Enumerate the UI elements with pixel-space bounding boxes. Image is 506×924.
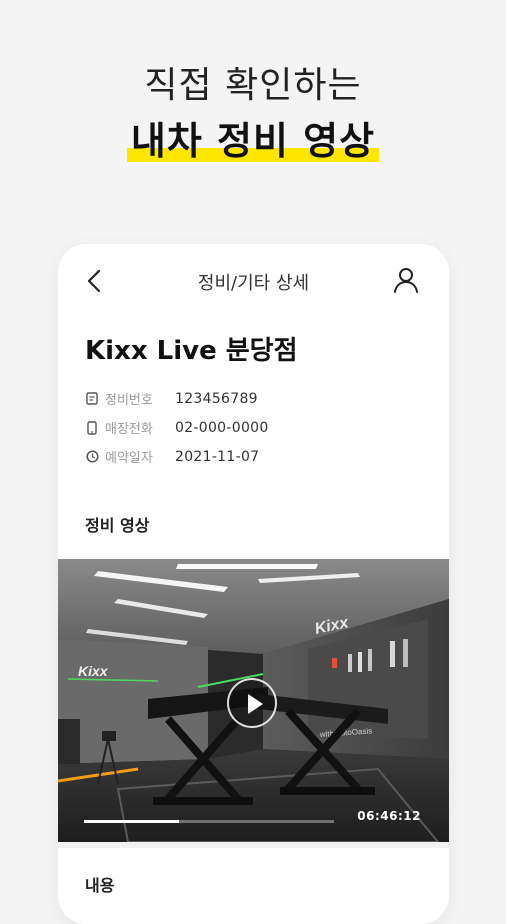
clock-icon — [85, 450, 99, 464]
contents-section-title: 내용 — [85, 876, 115, 895]
info-label: 매장전화 — [105, 422, 153, 437]
info-label: 예약일자 — [105, 451, 153, 466]
progress-fill — [84, 820, 179, 823]
headline-line2: 내차 정비 영상 — [130, 119, 376, 163]
service-number: 123456789 — [175, 390, 258, 407]
phone-icon — [85, 420, 99, 435]
top-bar: 정비/기타 상세 — [58, 244, 449, 318]
headline-line2-wrap: 내차 정비 영상 — [126, 118, 380, 164]
video-section-title: 정비 영상 — [85, 516, 150, 535]
user-button[interactable] — [393, 266, 419, 294]
info-row-date: 예약일자 2021-11-07 — [85, 442, 425, 471]
info-list: 정비번호 123456789 매장전화 02-000-0000 예약일자 202… — [85, 384, 425, 471]
reservation-date: 2021-11-07 — [175, 448, 260, 465]
shop-name: Kixx Live 분당점 — [85, 336, 298, 366]
page-title: 정비/기타 상세 — [197, 273, 310, 294]
info-label: 정비번호 — [105, 393, 153, 408]
left-wall-logo: Kixx — [78, 663, 109, 679]
headline-line1: 직접 확인하는 — [144, 65, 362, 106]
info-row-number: 정비번호 123456789 — [85, 384, 425, 413]
document-icon — [85, 392, 99, 406]
user-icon — [394, 268, 418, 293]
play-button[interactable] — [227, 678, 277, 728]
video-time: 06:46:12 — [357, 809, 421, 823]
video-player[interactable]: Kixx Kixx with autoOasis 06:46:12 — [58, 559, 449, 842]
divider — [58, 842, 449, 848]
info-row-phone: 매장전화 02-000-0000 — [85, 413, 425, 442]
headline: 직접 확인하는 내차 정비 영상 — [0, 62, 506, 164]
store-phone[interactable]: 02-000-0000 — [175, 420, 269, 436]
progress-bar[interactable] — [84, 820, 334, 823]
phone-screen: 정비/기타 상세 Kixx Live 분당점 정비번호 123456789 매장… — [58, 244, 449, 924]
